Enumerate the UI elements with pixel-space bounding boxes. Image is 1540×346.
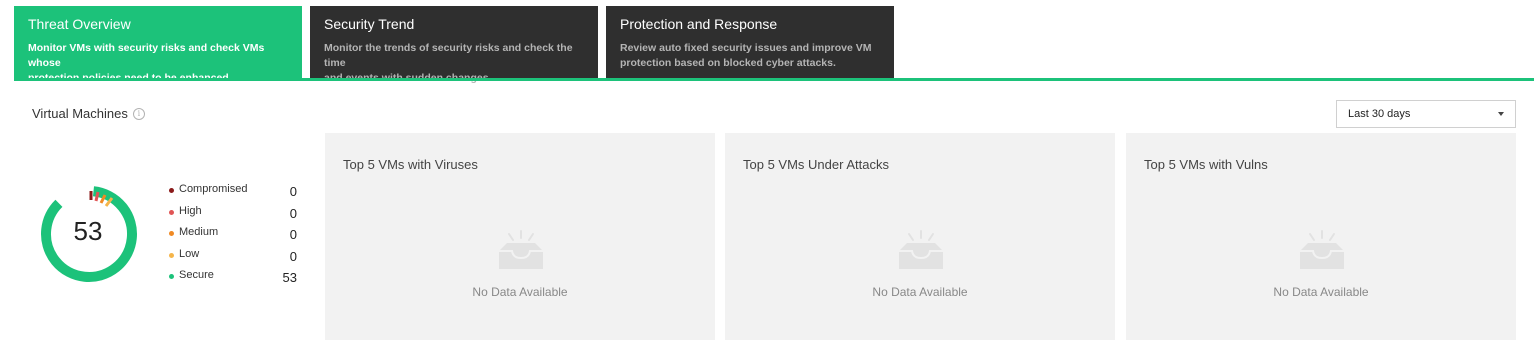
compromised-dot-icon [169, 188, 174, 193]
vm-total-count: 53 [73, 216, 103, 246]
legend-label: Low [179, 247, 200, 260]
donut-marker-high [94, 191, 100, 202]
tab-title: Threat Overview [28, 16, 131, 32]
empty-inbox-icon [499, 230, 543, 269]
status-legend: Compromised 0 High 0 Medium 0 Low 0 Secu… [169, 182, 299, 290]
tab-security-trend[interactable]: Security Trend Monitor the trends of sec… [310, 6, 598, 84]
legend-value: 53 [282, 270, 297, 286]
legend-value: 0 [289, 205, 297, 221]
legend-label: Medium [179, 226, 219, 239]
empty-state-text: No Data Available [872, 285, 968, 299]
info-icon[interactable]: i [132, 107, 145, 120]
tab-title: Protection and Response [620, 16, 778, 32]
card-title: Top 5 VMs with Viruses [343, 157, 478, 172]
medium-dot-icon [169, 231, 174, 237]
time-range-value: Last 30 days [1348, 108, 1411, 120]
card-top-vms-under-attacks: Top 5 VMs Under Attacks No Data Availabl… [725, 133, 1115, 340]
legend-label: Compromised [179, 183, 248, 195]
legend-value: 0 [289, 227, 297, 243]
legend-label: High [179, 204, 202, 217]
tab-underline [14, 78, 1534, 81]
card-top-vms-vulns: Top 5 VMs with Vulns No Data Available [1126, 133, 1516, 340]
card-top-vms-viruses: Top 5 VMs with Viruses No Data Available [325, 133, 715, 340]
section-title-text: Virtual Machines [32, 106, 128, 121]
tab-threat-overview[interactable]: Threat Overview Monitor VMs with securit… [14, 6, 302, 84]
empty-inbox-icon [899, 230, 943, 269]
time-range-select[interactable]: Last 30 days [1336, 100, 1516, 128]
tab-bar: Threat Overview Monitor VMs with securit… [14, 6, 894, 84]
section-title: Virtual Machines i [32, 106, 145, 121]
empty-state-text: No Data Available [1273, 285, 1369, 299]
legend-item-high[interactable]: High 0 [169, 204, 299, 226]
legend-item-low[interactable]: Low 0 [169, 247, 299, 269]
card-title: Top 5 VMs Under Attacks [743, 157, 889, 172]
legend-item-secure[interactable]: Secure 53 [169, 268, 299, 290]
tab-protection-and-response[interactable]: Protection and Response Review auto fixe… [606, 6, 894, 78]
empty-state-text: No Data Available [472, 285, 568, 299]
high-dot-icon [169, 209, 174, 215]
legend-item-compromised[interactable]: Compromised 0 [169, 182, 299, 204]
chevron-down-icon [1498, 112, 1504, 116]
empty-inbox-icon [1300, 230, 1344, 269]
tab-description: Review auto fixed security issues and im… [620, 42, 872, 69]
tab-title: Security Trend [324, 16, 415, 32]
legend-label: Secure [179, 269, 214, 282]
secure-dot-icon [169, 274, 174, 280]
card-title: Top 5 VMs with Vulns [1144, 157, 1268, 172]
legend-value: 0 [289, 248, 297, 264]
legend-value: 0 [289, 184, 297, 199]
legend-item-medium[interactable]: Medium 0 [169, 225, 299, 247]
low-dot-icon [169, 252, 174, 258]
